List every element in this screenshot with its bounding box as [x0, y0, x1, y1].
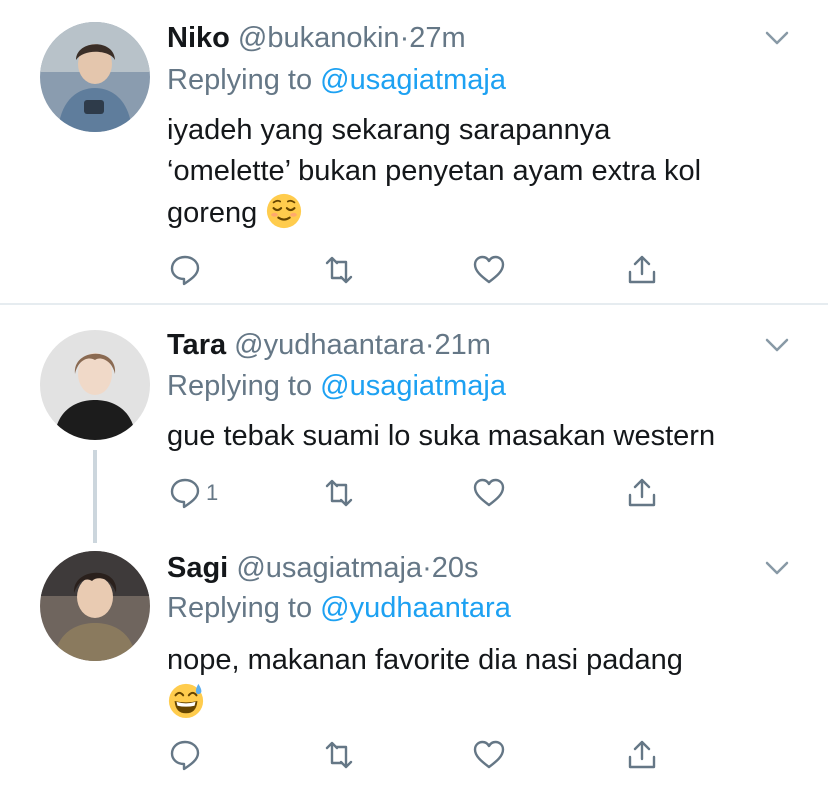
replying-to: Replying to @usagiatmaja	[167, 366, 506, 406]
relieved-face-emoji	[267, 193, 302, 229]
tweet-header: Niko @bukanokin·27m	[167, 18, 466, 58]
grinning-face-with-sweat-emoji	[168, 683, 204, 719]
reply-icon	[170, 478, 200, 509]
display-name[interactable]: Tara	[167, 329, 226, 361]
retweet-button[interactable]	[322, 475, 356, 511]
tweet-header: Sagi @usagiatmaja·20s	[167, 548, 479, 588]
like-button[interactable]	[472, 475, 506, 511]
reply-count: 1	[206, 480, 219, 505]
share-button[interactable]	[625, 252, 659, 288]
avatar[interactable]	[40, 22, 150, 132]
retweet-icon	[325, 741, 353, 769]
tweet-text-line: ‘omelette’ bukan penyetan ayam extra kol	[167, 155, 702, 187]
mention-link[interactable]: @usagiatmaja	[320, 370, 506, 402]
thread-connector-line	[93, 450, 97, 543]
separator-dot: ·	[422, 552, 432, 584]
tweet-text-line: goreng	[167, 197, 258, 229]
tweet-text-line-emoji	[167, 681, 807, 723]
retweet-button[interactable]	[322, 252, 356, 288]
share-icon	[628, 255, 656, 284]
like-button[interactable]	[472, 252, 506, 288]
share-icon	[628, 740, 656, 769]
replying-label: Replying to	[167, 592, 313, 624]
display-name[interactable]: Niko	[167, 22, 230, 54]
avatar[interactable]	[40, 330, 150, 440]
like-button[interactable]	[472, 737, 506, 773]
mention-link[interactable]: @yudhaantara	[320, 592, 511, 624]
avatar-image	[40, 22, 150, 132]
replying-to: Replying to @yudhaantara	[167, 588, 511, 628]
retweet-icon	[325, 479, 353, 507]
display-name[interactable]: Sagi	[167, 552, 228, 584]
tweet-niko[interactable]: Niko @bukanokin·27m Replying to @usagiat…	[0, 0, 828, 302]
separator-dot: ·	[399, 22, 410, 54]
tweet-text-line: nope, makanan favorite dia nasi padang	[167, 644, 683, 676]
avatar[interactable]	[40, 551, 150, 661]
retweet-button[interactable]	[322, 737, 356, 773]
share-button[interactable]	[625, 475, 659, 511]
reply-icon	[170, 740, 200, 771]
replying-label: Replying to	[167, 64, 313, 96]
timestamp[interactable]: 20s	[432, 552, 479, 584]
chevron-down-icon[interactable]	[764, 29, 790, 47]
reply-button[interactable]	[168, 252, 202, 288]
timestamp[interactable]: 27m	[409, 22, 465, 54]
tweet-actions	[0, 252, 828, 288]
reply-icon	[170, 255, 200, 286]
tweet-text-line: iyadeh yang sekarang sarapannya	[167, 114, 611, 146]
tweet-header: Tara @yudhaantara·21m	[167, 325, 491, 365]
mention-link[interactable]: @usagiatmaja	[320, 64, 506, 96]
replying-label: Replying to	[167, 370, 313, 402]
tweet-actions: 1	[0, 475, 828, 511]
retweet-icon	[325, 256, 353, 284]
like-icon	[473, 740, 505, 769]
timestamp[interactable]: 21m	[435, 329, 491, 361]
user-handle[interactable]: @yudhaantara	[234, 329, 425, 361]
chevron-down-icon[interactable]	[764, 336, 790, 354]
tweet-text-line-with-emoji: goreng	[167, 192, 807, 234]
tweet-sagi[interactable]: Sagi @usagiatmaja·20s Replying to @yudha…	[0, 533, 828, 792]
avatar-image	[40, 551, 150, 661]
reply-button[interactable]: 1	[168, 475, 218, 511]
tweet-text: nope, makanan favorite dia nasi padang	[167, 640, 807, 723]
like-icon	[473, 478, 505, 507]
like-icon	[473, 255, 505, 284]
avatar-image	[40, 330, 150, 440]
share-button[interactable]	[625, 737, 659, 773]
reply-button[interactable]	[168, 737, 202, 773]
chevron-down-icon[interactable]	[764, 559, 790, 577]
tweet-text: iyadeh yang sekarang sarapannya ‘omelett…	[167, 110, 807, 234]
tweet-text-line: gue tebak suami lo suka masakan western	[167, 420, 716, 452]
separator-dot: ·	[424, 329, 435, 361]
tweet-actions	[0, 737, 828, 773]
user-handle[interactable]: @usagiatmaja	[236, 552, 422, 584]
tweet-text: gue tebak suami lo suka masakan western	[167, 416, 807, 457]
tweet-tara[interactable]: Tara @yudhaantara·21m Replying to @usagi…	[0, 305, 828, 533]
replying-to: Replying to @usagiatmaja	[167, 60, 506, 100]
user-handle[interactable]: @bukanokin	[238, 22, 400, 54]
share-icon	[628, 478, 656, 507]
